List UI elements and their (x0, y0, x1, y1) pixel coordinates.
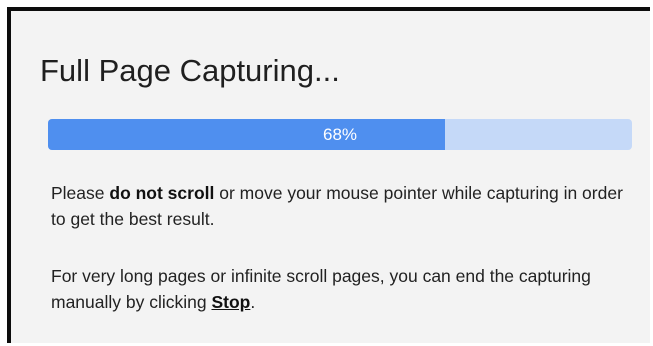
stop-hint-message: For very long pages or infinite scroll p… (51, 263, 641, 315)
capture-dialog: Full Page Capturing... 68% Please do not… (7, 7, 650, 343)
dialog-title: Full Page Capturing... (40, 53, 340, 88)
stop-hint-suffix: . (250, 292, 256, 312)
instruction-message: Please do not scroll or move your mouse … (51, 180, 641, 232)
progress-percent-label: 68% (322, 125, 358, 144)
instruction-text-start: Please (51, 183, 110, 203)
stop-link[interactable]: Stop (211, 292, 250, 312)
stop-hint-text: For very long pages or infinite scroll p… (51, 266, 591, 312)
instruction-emphasis: do not scroll (109, 183, 215, 203)
progress-bar: 68% (48, 119, 632, 150)
